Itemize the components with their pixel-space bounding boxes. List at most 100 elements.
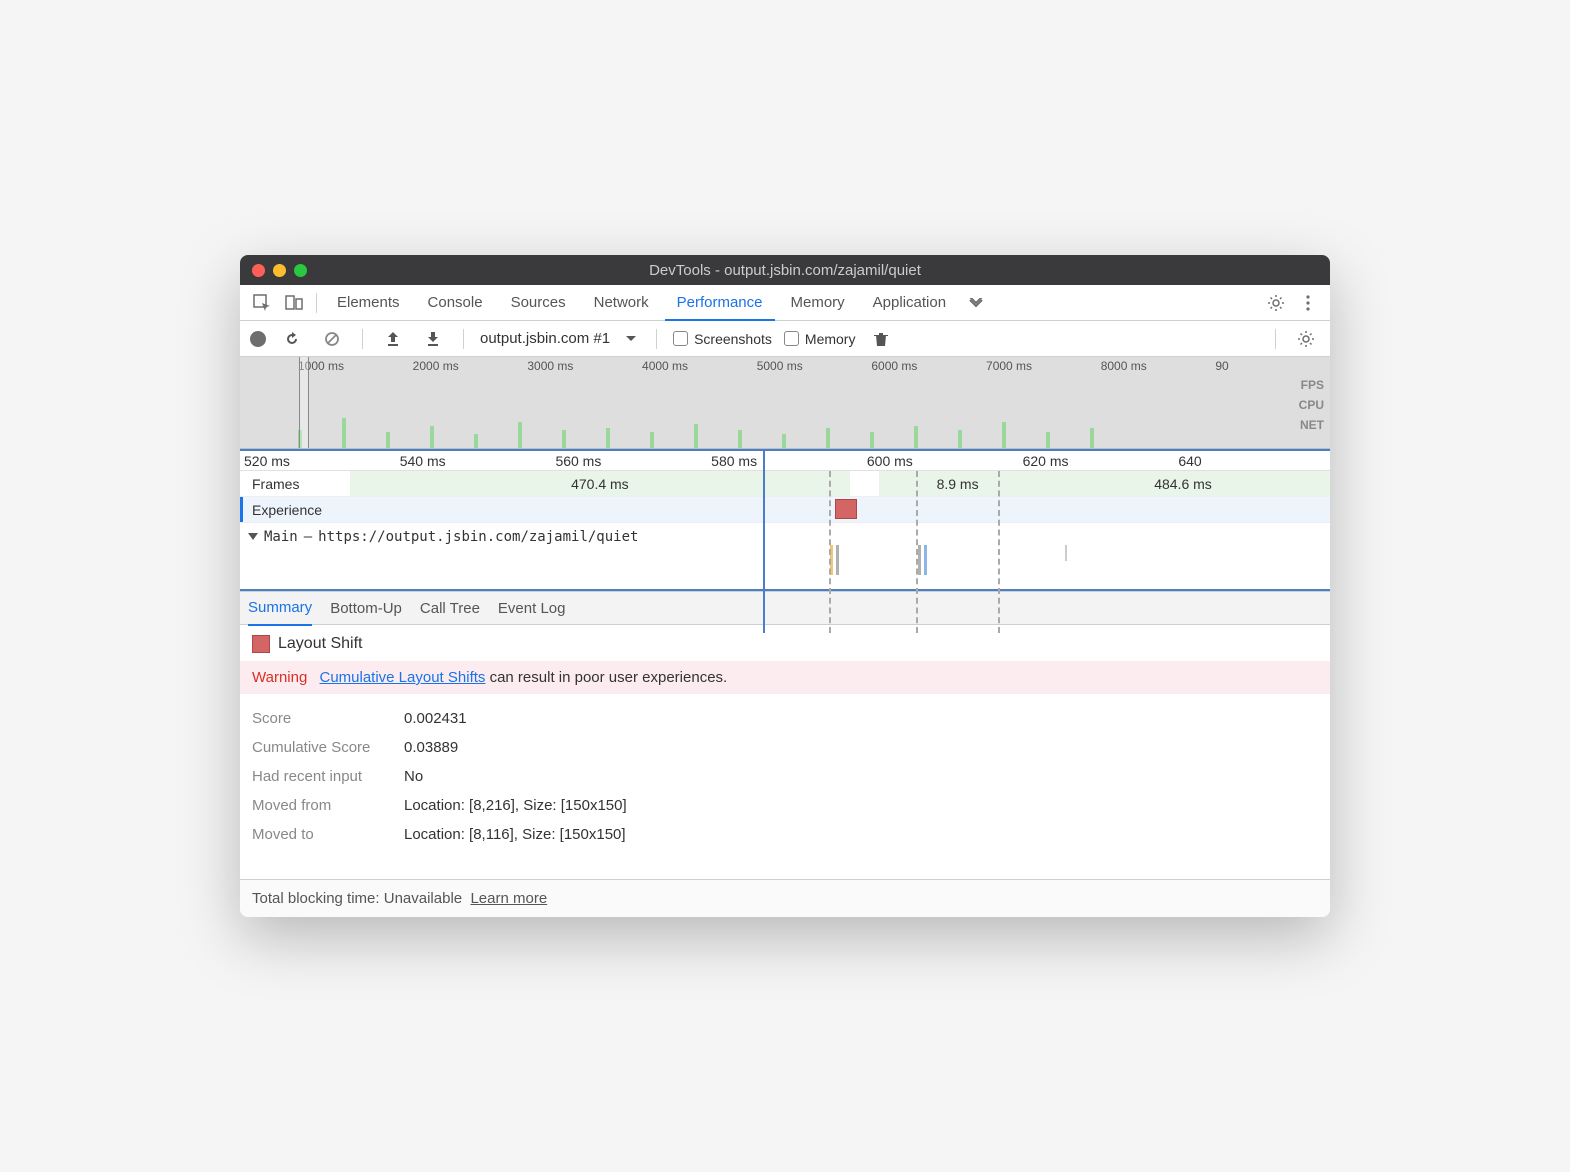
warning-bar: Warning Cumulative Layout Shifts can res…: [240, 661, 1330, 694]
divider: [316, 293, 317, 313]
summary-key: Score: [252, 710, 392, 727]
learn-more-link[interactable]: Learn more: [470, 890, 547, 907]
layout-shift-event[interactable]: [835, 499, 857, 519]
tab-sources[interactable]: Sources: [499, 285, 578, 321]
summary-value: Location: [8,216], Size: [150x150]: [404, 797, 627, 814]
device-toolbar-icon[interactable]: [280, 289, 308, 317]
capture-settings-icon[interactable]: [1292, 325, 1320, 353]
tab-elements[interactable]: Elements: [325, 285, 412, 321]
summary-row: Moved to Location: [8,116], Size: [150x1…: [252, 820, 1318, 849]
overview-tick: 5000 ms: [757, 359, 872, 373]
overview-tick: 3000 ms: [527, 359, 642, 373]
cls-doc-link[interactable]: Cumulative Layout Shifts: [319, 669, 485, 686]
clear-icon[interactable]: [318, 325, 346, 353]
screenshots-checkbox[interactable]: Screenshots: [673, 331, 772, 347]
summary-title: Layout Shift: [252, 635, 1318, 653]
memory-label: Memory: [805, 331, 856, 347]
tab-console[interactable]: Console: [416, 285, 495, 321]
summary-row: Moved from Location: [8,216], Size: [150…: [252, 791, 1318, 820]
inspect-element-icon[interactable]: [248, 289, 276, 317]
frame-block[interactable]: 8.9 ms: [879, 471, 1036, 496]
recording-selector-label[interactable]: output.jsbin.com #1: [480, 330, 610, 347]
overview-tick: 1000 ms: [298, 359, 413, 373]
dropdown-icon[interactable]: [622, 325, 640, 353]
ruler-tick: 540 ms: [396, 451, 552, 470]
tab-application[interactable]: Application: [861, 285, 958, 321]
divider: [1275, 329, 1276, 349]
record-button[interactable]: [250, 331, 266, 347]
devtools-window: DevTools - output.jsbin.com/zajamil/quie…: [240, 255, 1330, 917]
settings-icon[interactable]: [1262, 289, 1290, 317]
divider: [362, 329, 363, 349]
cpu-label: CPU: [1299, 395, 1324, 415]
overview-tick: 8000 ms: [1101, 359, 1216, 373]
details-subtabs: Summary Bottom-Up Call Tree Event Log: [240, 591, 1330, 625]
summary-value: No: [404, 768, 423, 785]
summary-key: Moved from: [252, 797, 392, 814]
fps-label: FPS: [1299, 375, 1324, 395]
upload-icon[interactable]: [379, 325, 407, 353]
memory-checkbox[interactable]: Memory: [784, 331, 856, 347]
event-color-swatch: [252, 635, 270, 653]
main-label: Main: [264, 529, 298, 545]
overview-track-labels: FPS CPU NET: [1299, 375, 1324, 435]
overview-selection[interactable]: [299, 357, 309, 448]
window-title: DevTools - output.jsbin.com/zajamil/quie…: [240, 262, 1330, 279]
download-icon[interactable]: [419, 325, 447, 353]
summary-value: 0.03889: [404, 739, 458, 756]
timeline-overview[interactable]: 1000 ms2000 ms3000 ms4000 ms5000 ms6000 …: [240, 357, 1330, 449]
experience-track[interactable]: Experience: [240, 497, 1330, 523]
tbt-prefix: Total blocking time:: [252, 890, 384, 907]
divider: [656, 329, 657, 349]
tab-network[interactable]: Network: [582, 285, 661, 321]
performance-toolbar: output.jsbin.com #1 Screenshots Memory: [240, 321, 1330, 357]
checkbox-icon: [673, 331, 688, 346]
overview-ruler: 1000 ms2000 ms3000 ms4000 ms5000 ms6000 …: [240, 357, 1330, 375]
summary-row: Score 0.002431: [252, 704, 1318, 733]
ruler-tick: 560 ms: [551, 451, 707, 470]
warning-suffix: can result in poor user experiences.: [485, 669, 727, 686]
tab-performance[interactable]: Performance: [665, 285, 775, 321]
subtab-event log[interactable]: Event Log: [498, 591, 566, 625]
summary-panel: Layout Shift Warning Cumulative Layout S…: [240, 625, 1330, 859]
overview-tick: 90: [1215, 359, 1330, 373]
overview-tick: 4000 ms: [642, 359, 757, 373]
summary-row: Cumulative Score 0.03889: [252, 733, 1318, 762]
tab-memory[interactable]: Memory: [779, 285, 857, 321]
summary-key: Had recent input: [252, 768, 392, 785]
frame-block[interactable]: 470.4 ms: [350, 471, 850, 496]
checkbox-icon: [784, 331, 799, 346]
subtab-call tree[interactable]: Call Tree: [420, 591, 480, 625]
frames-track[interactable]: Frames 470.4 ms8.9 ms484.6 ms: [240, 471, 1330, 497]
summary-title-text: Layout Shift: [278, 635, 363, 653]
frame-block[interactable]: 484.6 ms: [1036, 471, 1330, 496]
subtab-summary[interactable]: Summary: [248, 592, 312, 626]
experience-label: Experience: [240, 502, 350, 518]
summary-value: 0.002431: [404, 710, 467, 727]
subtab-bottom-up[interactable]: Bottom-Up: [330, 591, 402, 625]
summary-value: Location: [8,116], Size: [150x150]: [404, 826, 626, 843]
reload-icon[interactable]: [278, 325, 306, 353]
ruler-tick: 580 ms: [707, 451, 863, 470]
divider: [463, 329, 464, 349]
minimize-window-button[interactable]: [273, 264, 286, 277]
main-thread-track[interactable]: Main — https://output.jsbin.com/zajamil/…: [240, 523, 1330, 591]
screenshots-label: Screenshots: [694, 331, 772, 347]
summary-row: Had recent input No: [252, 762, 1318, 791]
main-url: https://output.jsbin.com/zajamil/quiet: [318, 529, 638, 545]
overview-tick: 7000 ms: [986, 359, 1101, 373]
collapse-icon[interactable]: [248, 533, 258, 540]
more-tabs-icon[interactable]: [962, 289, 990, 317]
ruler-tick: 600 ms: [863, 451, 1019, 470]
overview-tick: 6000 ms: [871, 359, 986, 373]
overview-tick: 2000 ms: [413, 359, 528, 373]
garbage-collect-icon[interactable]: [867, 325, 895, 353]
ruler-tick: 520 ms: [240, 451, 396, 470]
ruler-tick: 640: [1174, 451, 1330, 470]
flame-chart-area[interactable]: 520 ms540 ms560 ms580 ms600 ms620 ms640 …: [240, 449, 1330, 591]
maximize-window-button[interactable]: [294, 264, 307, 277]
detail-ruler: 520 ms540 ms560 ms580 ms600 ms620 ms640: [240, 449, 1330, 471]
kebab-menu-icon[interactable]: [1294, 289, 1322, 317]
titlebar[interactable]: DevTools - output.jsbin.com/zajamil/quie…: [240, 255, 1330, 285]
close-window-button[interactable]: [252, 264, 265, 277]
